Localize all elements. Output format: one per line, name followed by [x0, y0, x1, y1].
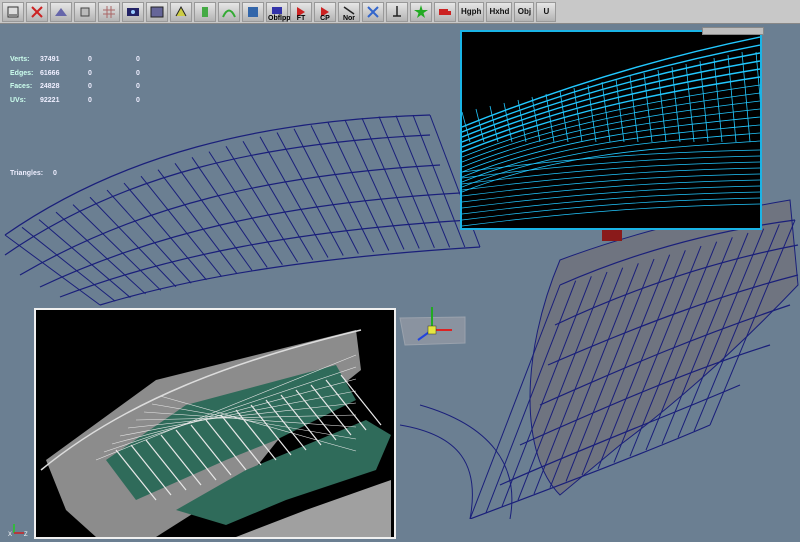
poly-count-hud: Verts: 37491 0 0 Edges: 61666 0 0 Faces: 24828 0 0 U… [10, 53, 184, 107]
lasso-button[interactable] [242, 1, 264, 22]
cp-label: CP [320, 14, 330, 22]
obj-button[interactable]: Obj [514, 1, 535, 22]
hud-row: UVs: 92221 0 0 [10, 94, 184, 108]
u-button[interactable]: U [536, 1, 557, 22]
render-icon [127, 7, 139, 16]
hxhd-label: Hxhd [489, 7, 510, 16]
snap-button[interactable] [386, 1, 408, 22]
hud-row: Faces: 24828 0 0 [10, 80, 184, 94]
obj-label: Obj [517, 7, 532, 16]
view-axis-indicator: X Z [8, 523, 30, 542]
hud-value-1: 24828 [40, 83, 60, 91]
hud-value-1: 37491 [40, 56, 60, 64]
cube-icon [80, 7, 90, 16]
hud-value-2: 0 [88, 83, 92, 91]
rendered-stand-inset [34, 308, 396, 539]
snap-icon [393, 5, 401, 17]
hud-label: Verts: [10, 56, 30, 64]
shaded-stand-render [40, 329, 391, 537]
hgph-label: Hgph [461, 7, 482, 16]
delete-icon [31, 5, 43, 18]
axis-x-label: X [8, 532, 12, 537]
cube-button[interactable] [74, 1, 96, 22]
cp-button[interactable]: CP [314, 1, 336, 22]
hud-label: Faces: [10, 83, 33, 91]
hud-value-3: 0 [136, 96, 140, 104]
paint-icon [202, 6, 208, 17]
triangle-count: Triangles: 0 [10, 170, 57, 177]
shelf-menu-button[interactable] [2, 1, 24, 22]
grid-icon [103, 5, 115, 18]
scoreboard-red [602, 229, 622, 241]
render-button[interactable] [122, 1, 144, 22]
obflpp-label: Obflpp [268, 14, 291, 22]
shelf-menu-icon [7, 6, 19, 17]
shelf-toolbar: Obflpp FT CP Nor Hgph Hxhd Obj U [0, 0, 800, 24]
grid-button[interactable] [98, 1, 120, 22]
lasso-icon [248, 6, 258, 17]
hud-value-3: 0 [136, 83, 140, 91]
status-field [702, 27, 764, 35]
hud-value-2: 0 [88, 96, 92, 104]
texture-button[interactable] [146, 1, 168, 22]
star-icon [414, 4, 428, 18]
obflpp-button[interactable]: Obflpp [266, 1, 291, 22]
ft-label: FT [296, 14, 306, 22]
blue-wireframe-render [462, 36, 760, 227]
curve-icon [222, 9, 236, 17]
u-label: U [543, 7, 550, 16]
hud-value-3: 0 [136, 56, 140, 64]
star-button[interactable] [410, 1, 432, 22]
hud-value-2: 0 [88, 56, 92, 64]
nor-button[interactable]: Nor [338, 1, 360, 22]
sweep-button[interactable] [170, 1, 192, 22]
perspective-viewport[interactable]: Verts: 37491 0 0 Edges: 61666 0 0 Faces: 24828 0 0 U… [0, 25, 800, 539]
plane-icon [55, 7, 67, 16]
sweep-icon [175, 5, 187, 16]
hud-value-2: 0 [88, 69, 92, 77]
triangles-label: Triangles: [10, 170, 44, 177]
truck-icon [439, 8, 451, 15]
hud-label: Edges: [10, 69, 34, 77]
hgph-button[interactable]: Hgph [458, 1, 485, 22]
hud-label: UVs: [10, 96, 26, 104]
delete-button[interactable] [26, 1, 48, 22]
curve-button[interactable] [218, 1, 240, 22]
triangles-value: 0 [53, 170, 57, 177]
axis-z-label: Z [24, 532, 28, 537]
paint-button[interactable] [194, 1, 216, 22]
wireframe-detail-inset [460, 30, 762, 230]
hxhd-button[interactable]: Hxhd [486, 1, 513, 22]
truck-button[interactable] [434, 1, 456, 22]
nor-label: Nor [342, 14, 356, 22]
hud-value-1: 61666 [40, 69, 60, 77]
hud-row: Verts: 37491 0 0 [10, 53, 184, 67]
hud-value-3: 0 [136, 69, 140, 77]
hud-row: Edges: 61666 0 0 [10, 67, 184, 81]
ft-button[interactable]: FT [290, 1, 312, 22]
merge-button[interactable] [362, 1, 384, 22]
merge-icon [367, 5, 379, 18]
texture-icon [150, 6, 164, 17]
hud-value-1: 92221 [40, 96, 60, 104]
plane-button[interactable] [50, 1, 72, 22]
